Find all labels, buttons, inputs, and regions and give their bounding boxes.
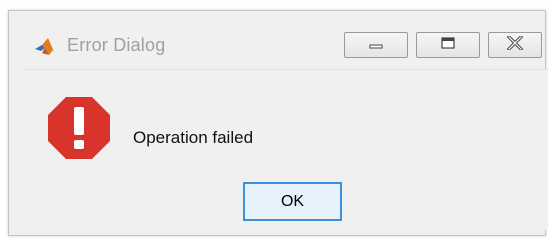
matlab-logo-icon [34, 36, 56, 58]
dialog-body: Operation failed OK [22, 69, 548, 230]
error-dialog-window: Error Dialog Operation failed OK [8, 10, 548, 236]
title-bar[interactable]: Error Dialog [9, 11, 545, 66]
error-stop-icon [47, 96, 111, 160]
maximize-button[interactable] [416, 32, 480, 58]
close-icon [506, 34, 524, 55]
minimize-icon [368, 36, 384, 54]
error-message: Operation failed [133, 128, 254, 147]
ok-button[interactable]: OK [243, 182, 342, 221]
window-title: Error Dialog [67, 35, 166, 55]
close-button[interactable] [488, 32, 542, 58]
maximize-icon [440, 36, 456, 55]
minimize-button[interactable] [344, 32, 408, 58]
